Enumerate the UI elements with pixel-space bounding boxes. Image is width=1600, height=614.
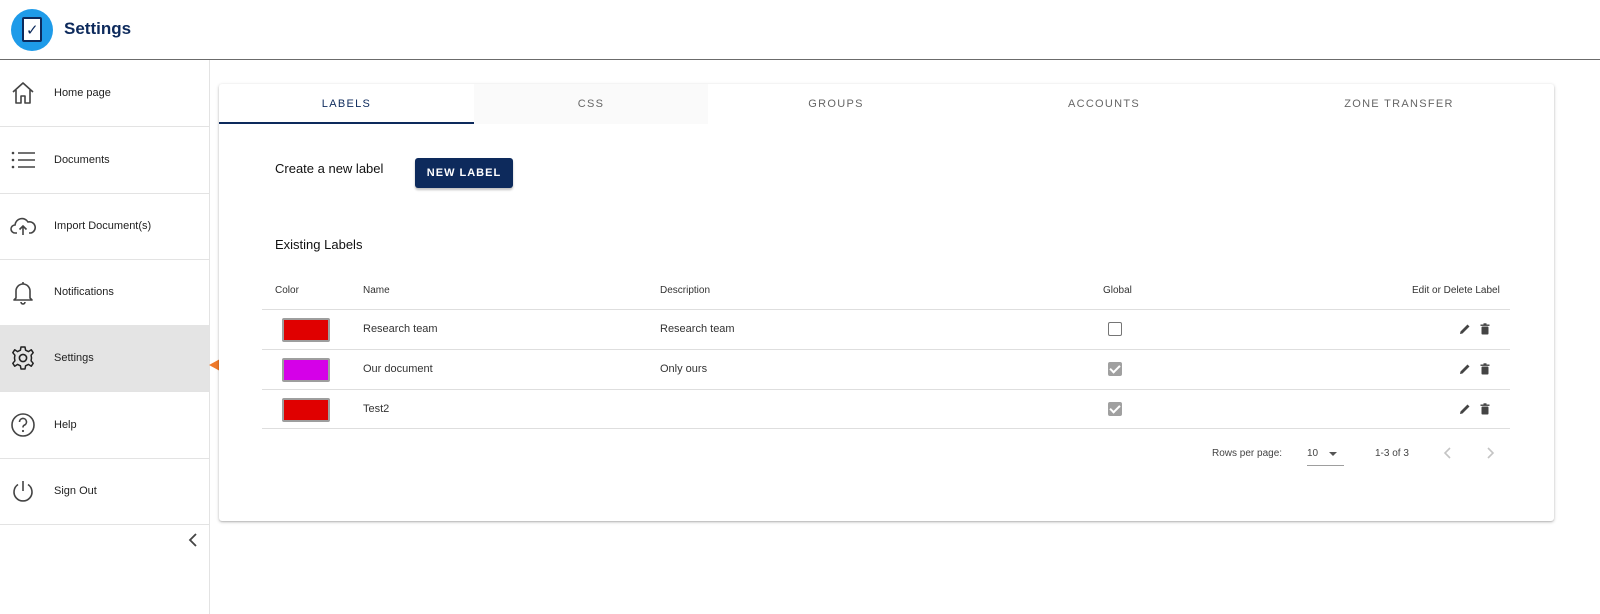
column-header-actions: Edit or Delete Label	[1412, 285, 1500, 296]
sidebar-item-label: Sign Out	[54, 485, 97, 497]
global-checkbox[interactable]	[1108, 402, 1122, 416]
sidebar-item-label: Import Document(s)	[54, 220, 152, 232]
power-icon	[13, 481, 33, 502]
column-header-global: Global	[1103, 285, 1132, 296]
sidebar-item-help[interactable]: Help	[0, 392, 209, 459]
sidebar-item-label: Settings	[54, 352, 94, 364]
tab-labels[interactable]: LABELS	[219, 84, 474, 124]
rows-per-page-label: Rows per page:	[1212, 448, 1283, 459]
global-checkbox[interactable]	[1108, 322, 1122, 336]
tab-zone-transfer[interactable]: ZONE TRANSFER	[1244, 84, 1554, 124]
next-page-icon[interactable]	[1483, 445, 1497, 461]
new-label-button[interactable]: NEW LABEL	[415, 158, 513, 188]
label-description: Research team	[660, 323, 735, 335]
sidebar-item-label: Documents	[54, 154, 110, 166]
label-color-swatch[interactable]	[282, 318, 330, 342]
tab-accounts[interactable]: ACCOUNTS	[964, 84, 1244, 124]
sidebar-item-sign-out[interactable]: Sign Out	[0, 458, 209, 525]
column-header-color: Color	[275, 285, 299, 296]
existing-labels-title: Existing Labels	[275, 237, 363, 252]
chevron-left-icon[interactable]	[184, 530, 204, 550]
rows-per-page-select[interactable]: 10	[1307, 442, 1344, 466]
sidebar-item-import[interactable]: Import Document(s)	[0, 193, 209, 260]
sidebar-item-settings[interactable]: Settings	[0, 325, 209, 392]
app-logo[interactable]: ✓	[11, 9, 53, 51]
label-name: Our document	[363, 363, 433, 375]
sidebar-item-label: Notifications	[54, 286, 114, 298]
create-label-text: Create a new label	[275, 161, 384, 176]
sidebar-item-documents[interactable]: Documents	[0, 127, 209, 194]
label-description: Only ours	[660, 363, 708, 375]
page-range: 1-3 of 3	[1375, 448, 1409, 459]
edit-icon[interactable]	[1458, 322, 1472, 336]
tab-groups[interactable]: GROUPS	[708, 84, 964, 124]
delete-icon[interactable]	[1478, 322, 1492, 336]
sidebar-item-home[interactable]: Home page	[0, 60, 209, 127]
label-color-swatch[interactable]	[282, 398, 330, 422]
delete-icon[interactable]	[1478, 362, 1492, 376]
table-row: Research team Research team	[262, 309, 1510, 349]
caret-down-icon	[1329, 452, 1337, 456]
sidebar-item-notifications[interactable]: Notifications	[0, 259, 209, 326]
bell-icon	[13, 282, 33, 305]
global-checkbox[interactable]	[1108, 362, 1122, 376]
column-header-name: Name	[363, 285, 390, 296]
table-row: Test2	[262, 389, 1510, 429]
label-name: Test2	[363, 403, 390, 415]
settings-card: LABELS CSS GROUPS ACCOUNTS ZONE TRANSFER…	[219, 84, 1554, 521]
sidebar: Home page Documents Import Document(s) N…	[0, 60, 210, 614]
delete-icon[interactable]	[1478, 402, 1492, 416]
help-circle-icon	[11, 413, 35, 437]
tab-css[interactable]: CSS	[474, 84, 708, 124]
document-check-icon: ✓	[22, 17, 42, 42]
cloud-upload-icon	[10, 217, 36, 235]
prev-page-icon[interactable]	[1441, 445, 1455, 461]
sidebar-item-label: Home page	[54, 87, 111, 99]
rows-per-page-value: 10	[1307, 448, 1319, 459]
edit-icon[interactable]	[1458, 402, 1472, 416]
home-icon	[12, 82, 34, 104]
list-icon	[11, 151, 35, 169]
sidebar-item-label: Help	[54, 419, 77, 431]
page-title: Settings	[64, 19, 132, 38]
tab-bar: LABELS CSS GROUPS ACCOUNTS ZONE TRANSFER	[219, 84, 1554, 124]
table-row: Our document Only ours	[262, 349, 1510, 389]
label-color-swatch[interactable]	[282, 358, 330, 382]
column-header-description: Description	[660, 285, 711, 296]
label-name: Research team	[363, 323, 438, 335]
gear-icon	[12, 346, 34, 370]
top-bar: ✓ Settings	[0, 0, 1600, 60]
edit-icon[interactable]	[1458, 362, 1472, 376]
